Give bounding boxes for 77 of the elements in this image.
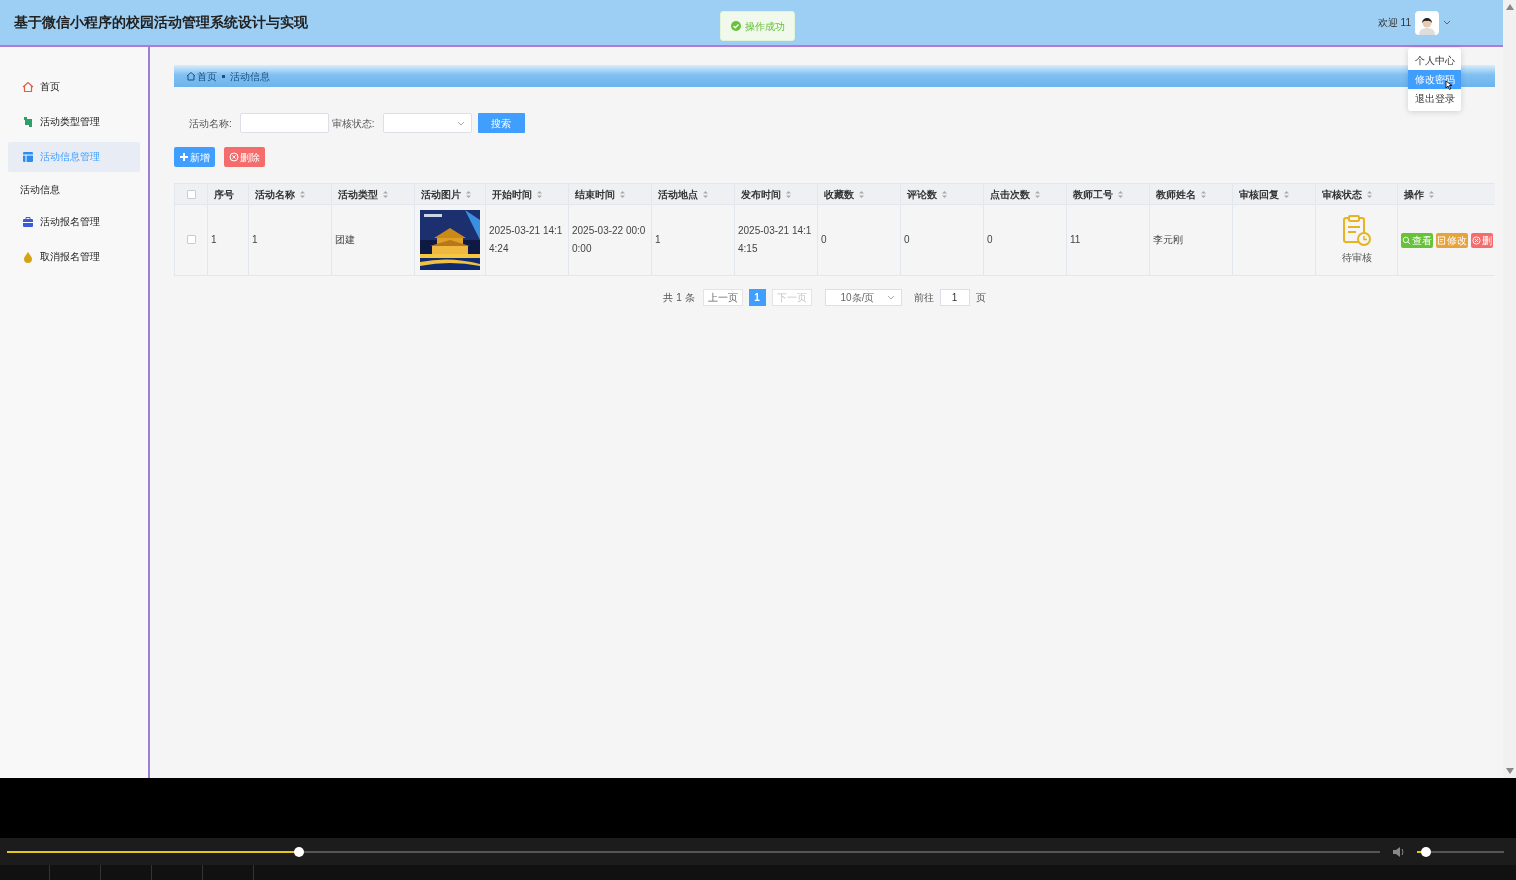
table-cell-text: 2025-03-21 14:14:24 xyxy=(489,225,563,254)
table-cell-text: 团建 xyxy=(335,234,355,245)
field-label: 活动名称: xyxy=(189,116,232,131)
breadcrumb-link[interactable]: 活动信息 xyxy=(230,68,270,84)
sidebar-item[interactable]: 取消报名管理 xyxy=(8,241,140,272)
table-cell-text: 1 xyxy=(655,234,661,245)
briefcase-icon xyxy=(22,215,34,228)
crop-icon xyxy=(22,115,34,128)
sort-icon xyxy=(299,189,306,199)
drop-icon xyxy=(22,250,34,263)
menu-item[interactable]: 退出登录 xyxy=(1408,89,1461,108)
page-suffix: 页 xyxy=(975,290,986,305)
document-icon xyxy=(1437,235,1446,245)
home-icon xyxy=(22,80,34,93)
table-cell-text: 1 xyxy=(211,234,217,245)
sort-icon xyxy=(465,189,472,199)
checkbox[interactable] xyxy=(186,234,196,244)
table-cell-text: 0 xyxy=(987,234,993,245)
slider-thumb[interactable] xyxy=(294,846,305,857)
scrollbar[interactable] xyxy=(1503,0,1516,778)
volume-icon[interactable] xyxy=(1392,845,1405,858)
sidebar-item[interactable]: 活动报名管理 xyxy=(8,206,140,237)
sort-icon xyxy=(1428,189,1435,199)
sort-icon xyxy=(619,189,626,199)
sort-icon xyxy=(536,189,543,199)
sidebar-item[interactable]: 首页 xyxy=(8,71,140,102)
text-input-field[interactable] xyxy=(239,113,329,133)
user-avatar[interactable] xyxy=(1415,10,1439,35)
sidebar-group-label: 活动信息 xyxy=(19,182,61,197)
sort-icon xyxy=(1034,189,1041,199)
table-cell-text: 11 xyxy=(1070,234,1081,245)
sort-icon xyxy=(1200,189,1207,199)
menu-item[interactable]: 个人中心 xyxy=(1408,51,1461,70)
sort-icon xyxy=(1117,189,1124,199)
home-icon xyxy=(186,71,196,81)
toast-text: 操作成功 xyxy=(744,19,785,34)
table-cell-text: 0 xyxy=(904,234,910,245)
sort-icon xyxy=(702,189,709,199)
scroll-down-icon[interactable] xyxy=(1505,768,1514,774)
search-icon xyxy=(1402,235,1411,245)
field-label: 审核状态: xyxy=(331,116,375,131)
page-number-input[interactable]: 1 xyxy=(939,288,970,306)
sort-icon xyxy=(858,189,865,199)
close-circle-icon xyxy=(1472,235,1481,245)
sort-icon xyxy=(1366,189,1373,199)
sort-icon xyxy=(785,189,792,199)
slider-thumb[interactable] xyxy=(1420,846,1431,857)
caret-icon[interactable] xyxy=(1443,20,1451,25)
welcome-text: 欢迎 11 xyxy=(1377,16,1411,30)
table-cell-text: 2025-03-22 00:00:00 xyxy=(572,225,646,254)
table-cell-text: 李元刚 xyxy=(1153,234,1183,245)
close-circle-icon xyxy=(229,152,239,162)
breadcrumb-separator xyxy=(222,74,225,78)
page-size-select[interactable]: 10条/页 xyxy=(824,288,902,306)
pending-review-icon xyxy=(1341,215,1372,247)
app-title: 基于微信小程序的校园活动管理系统设计与实现 xyxy=(14,13,308,32)
select-field[interactable] xyxy=(382,113,472,133)
success-icon xyxy=(730,21,741,31)
table-cell-text: 0 xyxy=(821,234,827,245)
total-count: 共 1 条 xyxy=(663,290,695,305)
chevron-down-icon xyxy=(886,294,895,300)
sort-icon xyxy=(382,189,389,199)
chevron-down-icon xyxy=(456,120,465,126)
table-icon xyxy=(22,150,34,163)
sort-icon xyxy=(941,189,948,199)
table-cell-text: 2025-03-21 14:14:15 xyxy=(738,225,812,254)
breadcrumb-link[interactable]: 首页 xyxy=(186,68,217,84)
status-label: 待审核 xyxy=(1341,251,1372,265)
plus-icon xyxy=(179,152,189,162)
page-size-text: 10条/页 xyxy=(839,290,875,305)
scroll-up-icon[interactable] xyxy=(1505,4,1514,10)
goto-label: 前往 xyxy=(913,290,934,305)
checkbox[interactable] xyxy=(186,190,196,200)
sort-icon xyxy=(1283,189,1290,199)
prev-page-button[interactable]: 上一页 xyxy=(702,288,743,306)
sidebar-item[interactable]: 活动类型管理 xyxy=(8,106,140,137)
table-cell-text: 1 xyxy=(252,234,258,245)
